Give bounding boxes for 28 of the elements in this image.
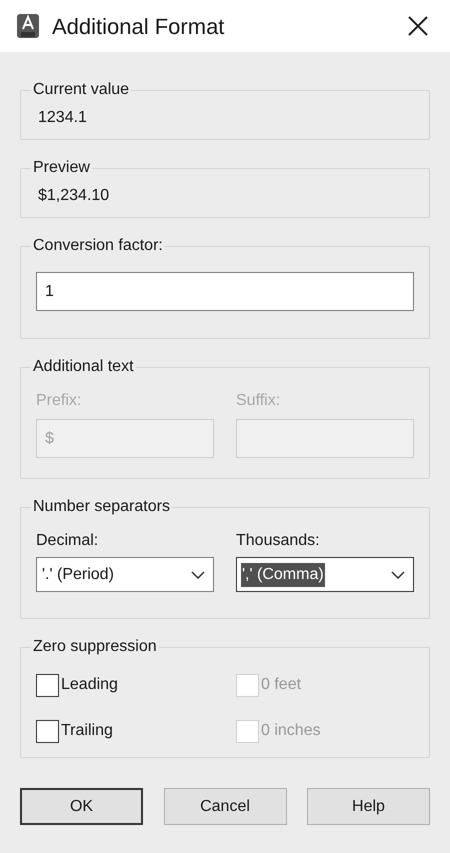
input-field: $ <box>36 419 214 458</box>
dialog-button[interactable]: Help <box>307 788 430 825</box>
dialog-button[interactable]: Cancel <box>164 788 286 825</box>
checkbox[interactable]: Leading <box>36 673 214 697</box>
group-label: Conversion factor: <box>32 236 164 256</box>
field-label: Decimal: <box>36 531 100 551</box>
close-icon[interactable] <box>408 16 428 36</box>
value-text: 1234.1 <box>37 108 88 128</box>
dialog-button[interactable]: OK <box>20 788 143 825</box>
group-label: Additional text <box>32 357 135 377</box>
value-text: $1,234.10 <box>37 186 110 206</box>
checkbox: 0 inches <box>236 719 414 743</box>
group-label: Preview <box>32 158 91 178</box>
input-field[interactable]: 1 <box>36 272 414 311</box>
field-label: Thousands: <box>236 531 321 551</box>
dropdown[interactable]: '.' (Period) <box>36 557 214 592</box>
field-label: Prefix: <box>36 391 82 411</box>
group-label: Current value <box>32 80 130 100</box>
app-icon <box>16 12 42 40</box>
chevron-down-icon <box>191 570 205 578</box>
group-label: Zero suppression <box>32 637 158 657</box>
checkbox: 0 feet <box>236 673 414 697</box>
window-title: Additional Format <box>52 12 226 40</box>
chevron-down-icon <box>391 570 405 578</box>
checkbox[interactable]: Trailing <box>36 719 214 743</box>
field-label: Suffix: <box>236 391 282 411</box>
group-label: Number separators <box>32 497 171 517</box>
dropdown[interactable]: ',' (Comma) <box>236 557 414 592</box>
